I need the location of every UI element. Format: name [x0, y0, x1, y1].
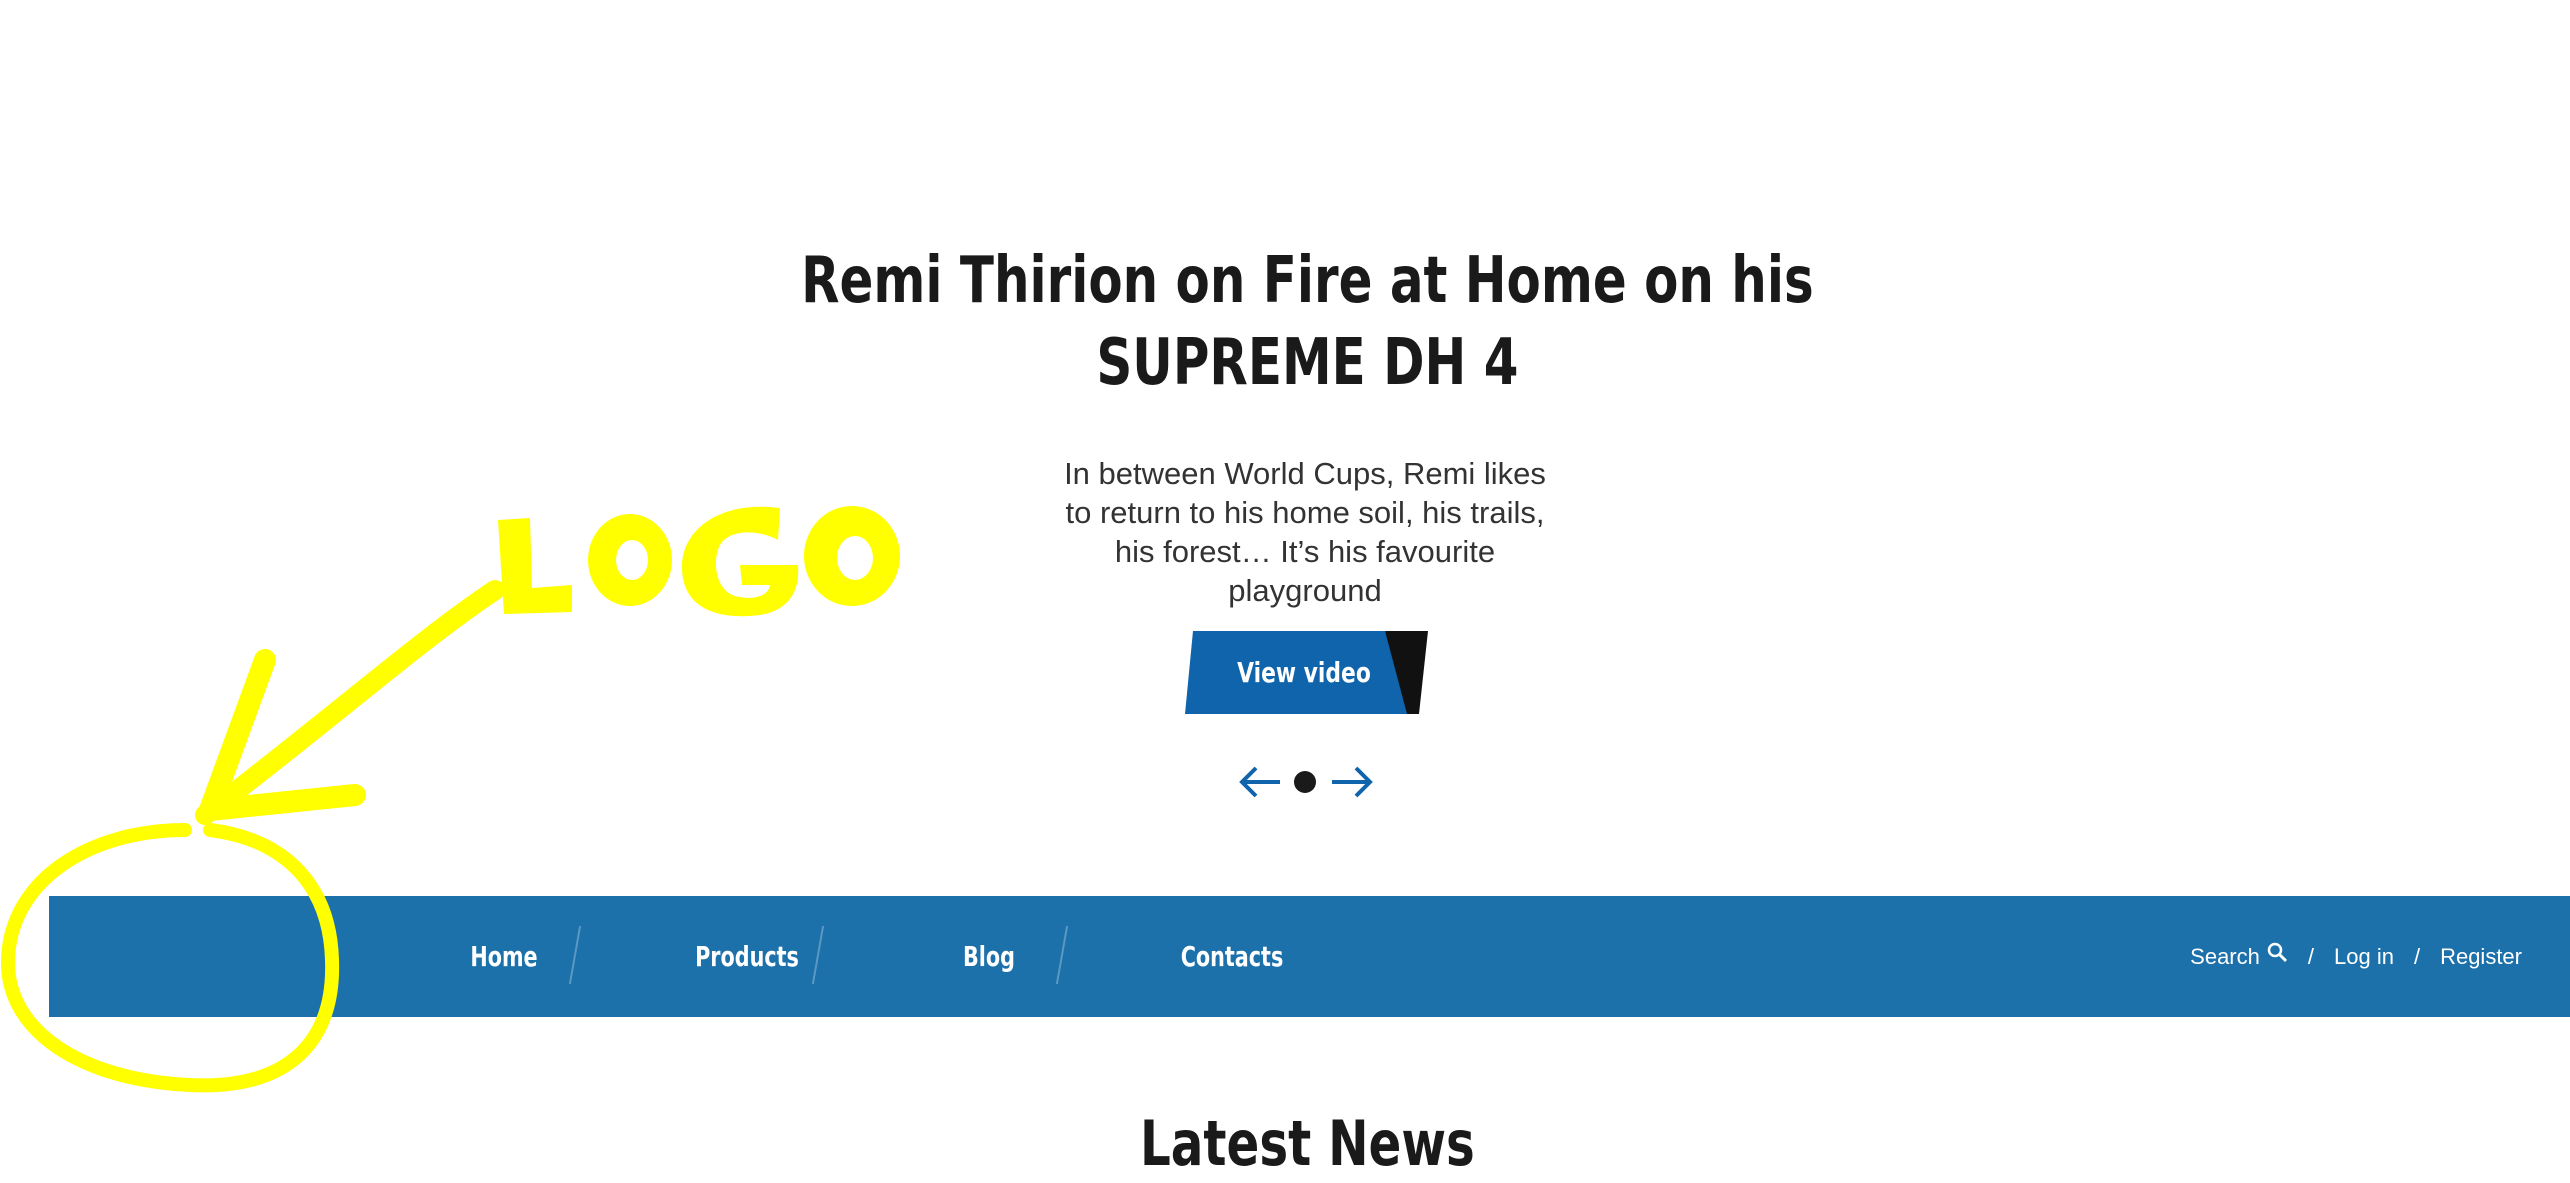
arrow-left-icon[interactable] — [1238, 760, 1288, 804]
search-icon — [2266, 895, 2288, 1016]
hero-title: Remi Thirion on Fire at Home on his SUPR… — [288, 240, 2328, 404]
nav-separator — [568, 926, 582, 984]
nav-slash: / — [2413, 944, 2421, 969]
nav-item-home[interactable]: Home — [445, 896, 563, 1017]
nav-item-contacts[interactable]: Contacts — [1151, 896, 1314, 1017]
register-link[interactable]: Register — [2440, 896, 2522, 1017]
slider-controls — [1230, 760, 1380, 804]
nav-separator — [1055, 926, 1069, 984]
arrow-right-icon[interactable] — [1330, 760, 1380, 804]
login-link[interactable]: Log in — [2334, 896, 2394, 1017]
hero-description: In between World Cups, Remi likes to ret… — [1064, 456, 1546, 608]
view-video-button[interactable]: View video — [1185, 631, 1428, 714]
nav-account-links: Search / Log in / Register — [2190, 896, 2522, 1017]
view-video-label: View video — [1237, 656, 1371, 689]
nav-item-products[interactable]: Products — [673, 896, 821, 1017]
hero-title-line-1: Remi Thirion on Fire at Home on his — [801, 244, 1814, 318]
main-navbar: Home Products Blog Contacts Search / Log … — [49, 896, 2570, 1017]
search-label: Search — [2190, 944, 2260, 969]
nav-slash: / — [2307, 944, 2314, 969]
latest-news-title: Latest News — [1139, 1107, 1475, 1180]
search-link[interactable]: Search — [2190, 896, 2288, 1017]
nav-item-blog[interactable]: Blog — [930, 896, 1048, 1017]
slider-dot-active[interactable] — [1294, 771, 1316, 793]
hero-title-line-2: SUPREME DH 4 — [1096, 326, 1519, 400]
